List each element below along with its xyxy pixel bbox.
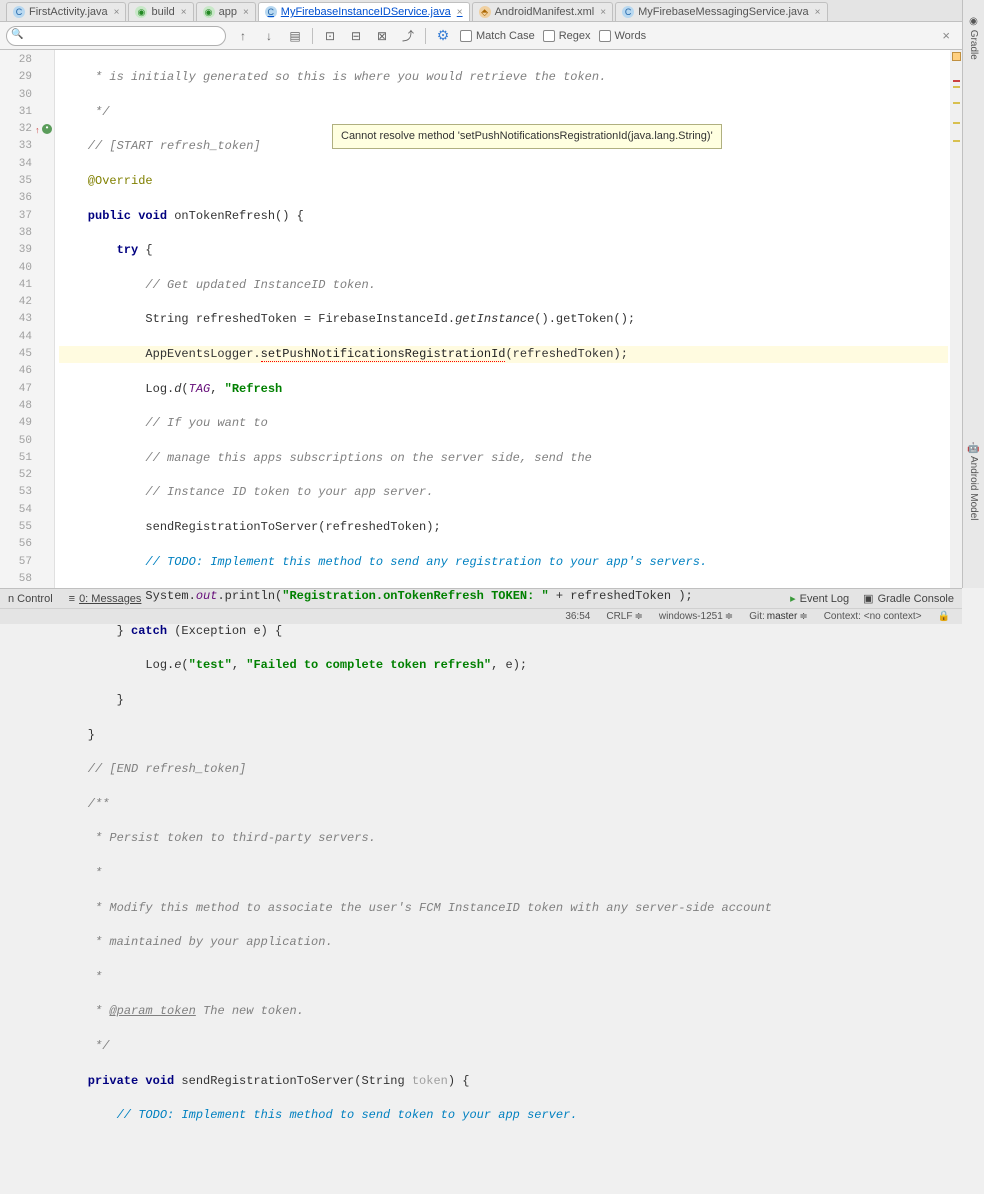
gradle-icon: ◉: [135, 6, 147, 18]
warning-marker[interactable]: [953, 122, 960, 124]
remove-selection-button[interactable]: ⊠: [373, 27, 391, 45]
editor-tab-bar: C FirstActivity.java × ◉ build × ◉ app ×…: [0, 0, 962, 22]
warning-marker[interactable]: [953, 140, 960, 142]
gutter[interactable]: 28293031 32↑ 33343536 37383940 41424344 …: [0, 50, 55, 588]
tab-label: app: [219, 6, 237, 18]
tab-label: build: [151, 6, 174, 18]
tab-label: MyFirebaseMessagingService.java: [638, 6, 809, 18]
match-case-label: Match Case: [476, 30, 535, 42]
tab-first-activity[interactable]: C FirstActivity.java ×: [6, 2, 126, 21]
warning-marker[interactable]: [953, 102, 960, 104]
android-icon: 🤖: [968, 441, 979, 453]
separator: [312, 28, 313, 44]
java-class-icon: C: [13, 6, 25, 18]
regex-checkbox[interactable]: Regex: [543, 30, 591, 42]
warning-marker[interactable]: [953, 86, 960, 88]
add-selection-button[interactable]: ⊟: [347, 27, 365, 45]
find-toolbar: ↑ ↓ ▤ ⊡ ⊟ ⊠ ⤴ ⚙ Match Case Regex Words ×: [0, 22, 962, 50]
search-input[interactable]: [6, 26, 226, 46]
close-icon[interactable]: ×: [815, 7, 821, 18]
gradle-icon: ◉: [203, 6, 215, 18]
words-checkbox[interactable]: Words: [599, 30, 647, 42]
error-stripe[interactable]: [950, 50, 962, 588]
java-class-icon: C: [265, 6, 277, 18]
version-control-tool-button[interactable]: n Control: [8, 593, 53, 605]
separator: [425, 28, 426, 44]
tab-label: MyFirebaseInstanceIDService.java: [281, 6, 451, 18]
code-editor[interactable]: 28293031 32↑ 33343536 37383940 41424344 …: [0, 50, 962, 588]
override-gutter-icon[interactable]: [42, 124, 52, 134]
gradle-icon: ◉: [968, 16, 979, 27]
next-occurrence-button[interactable]: ↓: [260, 27, 278, 45]
settings-button[interactable]: ⚙: [434, 27, 452, 45]
tab-firebase-messaging[interactable]: C MyFirebaseMessagingService.java ×: [615, 2, 827, 21]
checkbox-icon: [599, 30, 611, 42]
tab-firebase-instance-id[interactable]: C MyFirebaseInstanceIDService.java ×: [258, 2, 470, 21]
android-model-side-tab[interactable]: 🤖 Android Model: [966, 433, 981, 528]
close-icon[interactable]: ×: [600, 7, 606, 18]
xml-icon: ⬘: [479, 6, 491, 18]
tab-label: AndroidManifest.xml: [495, 6, 595, 18]
analysis-status-icon[interactable]: [952, 52, 961, 61]
close-icon[interactable]: ×: [243, 7, 249, 18]
regex-label: Regex: [559, 30, 591, 42]
code-content[interactable]: * is initially generated so this is wher…: [55, 50, 962, 588]
match-case-checkbox[interactable]: Match Case: [460, 30, 535, 42]
close-find-button[interactable]: ×: [936, 28, 956, 43]
prev-occurrence-button[interactable]: ↑: [234, 27, 252, 45]
error-marker[interactable]: [953, 80, 960, 82]
select-all-button[interactable]: ⊡: [321, 27, 339, 45]
right-tool-stripe: ◉ Gradle 🤖 Android Model: [962, 0, 984, 588]
close-icon[interactable]: ×: [114, 7, 120, 18]
words-label: Words: [615, 30, 647, 42]
tab-app[interactable]: ◉ app ×: [196, 2, 256, 21]
checkbox-icon: [460, 30, 472, 42]
error-tooltip: Cannot resolve method 'setPushNotificati…: [332, 124, 722, 149]
tab-label: FirstActivity.java: [29, 6, 108, 18]
gradle-side-tab[interactable]: ◉ Gradle: [966, 8, 981, 68]
java-class-icon: C: [622, 6, 634, 18]
filter-button[interactable]: ▤: [286, 27, 304, 45]
export-button[interactable]: ⤴: [399, 27, 417, 45]
tab-manifest[interactable]: ⬘ AndroidManifest.xml ×: [472, 2, 614, 21]
checkbox-icon: [543, 30, 555, 42]
tab-build[interactable]: ◉ build ×: [128, 2, 193, 21]
close-icon[interactable]: ×: [181, 7, 187, 18]
close-icon[interactable]: ×: [457, 7, 463, 18]
